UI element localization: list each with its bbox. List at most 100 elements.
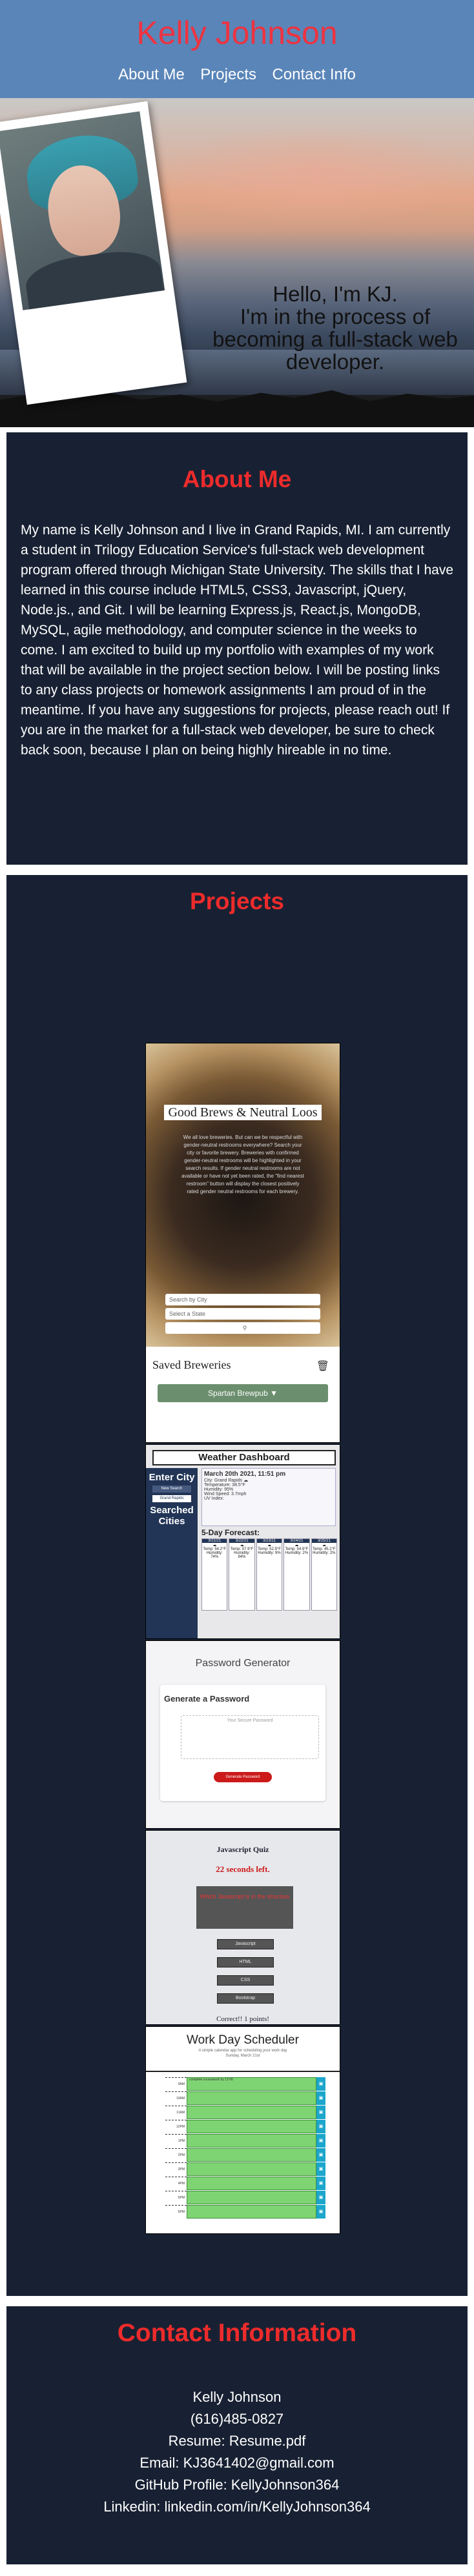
project-work-day-scheduler[interactable]: Work Day Scheduler A simple calendar app…	[145, 2026, 340, 2234]
time-block: 4PM ▣	[165, 2177, 325, 2190]
save-icon[interactable]: ▣	[316, 2077, 325, 2091]
event-input[interactable]	[187, 2120, 316, 2133]
project-password-generator[interactable]: Password Generator Generate a Password Y…	[145, 1640, 340, 1829]
time-block: 12PM ▣	[165, 2120, 325, 2133]
hero-intro-text: Hello, I'm KJ. I'm in the process of bec…	[196, 283, 474, 373]
save-icon[interactable]: ▣	[316, 2162, 325, 2176]
time-block: 2PM ▣	[165, 2148, 325, 2162]
scheduler-subtitle: A simple calendar app for scheduling you…	[198, 2049, 287, 2053]
resume-link[interactable]: Resume: Resume.pdf	[169, 2433, 306, 2449]
nav-about-link[interactable]: About Me	[118, 66, 185, 83]
save-icon[interactable]: ▣	[316, 2120, 325, 2133]
time-block: 3PM ▣	[165, 2162, 325, 2176]
forecast-humidity: Humidity: 2%	[285, 1551, 309, 1555]
email-link[interactable]: Email: KJ3641402@gmail.com	[139, 2455, 334, 2471]
trash-icon[interactable]: 🗑	[316, 1360, 329, 1373]
hour-label: 3PM	[165, 2162, 187, 2176]
event-input[interactable]	[187, 2148, 316, 2162]
event-input[interactable]	[187, 2134, 316, 2148]
weather-icon: ☁	[243, 1478, 249, 1483]
hour-label: 10AM	[165, 2091, 187, 2105]
project-breweries[interactable]: Good Brews & Neutral Loos We all love br…	[145, 1043, 340, 1443]
linkedin-link[interactable]: Linkedin: linkedin.com/in/KellyJohnson36…	[103, 2499, 370, 2515]
contact-section: Contact Information Kelly Johnson (616)4…	[0, 2301, 474, 2570]
hour-label: 12PM	[165, 2120, 187, 2133]
save-icon[interactable]: ▣	[316, 2134, 325, 2148]
nav-contact-link[interactable]: Contact Info	[272, 66, 355, 83]
about-title: About Me	[182, 466, 292, 492]
weather-icon: ☁	[267, 1544, 272, 1547]
weather-icon: ☁	[240, 1544, 244, 1547]
github-link[interactable]: GitHub Profile: KellyJohnson364	[135, 2477, 340, 2493]
event-input[interactable]	[187, 2191, 316, 2204]
project-weather[interactable]: Weather Dashboard Enter City New Search …	[145, 1444, 340, 1639]
hero-line: Hello, I'm KJ.	[273, 282, 398, 306]
quiz-timer: 22 seconds left.	[216, 1864, 270, 1874]
state-select[interactable]: Select a State	[165, 1308, 320, 1320]
time-block: 10AM ▣	[165, 2091, 325, 2105]
hour-label: 5PM	[165, 2191, 187, 2204]
time-block: 9AM complete coursework by 12:00 ▣	[165, 2077, 325, 2091]
forecast-cards: 3/21/21 ☁ Temp: 54.2°F Humidity: 74% 3/22/2…	[201, 1538, 338, 1611]
event-input[interactable]	[187, 2177, 316, 2190]
quiz-option[interactable]: Bootstrap	[217, 1993, 274, 2004]
quiz-result: Correct!! 1 points!	[216, 2015, 269, 2023]
hero-line: I'm in the process of	[240, 305, 431, 328]
new-search-button[interactable]: New Search	[152, 1485, 191, 1493]
save-icon[interactable]: ▣	[316, 2191, 325, 2204]
time-block: 1PM ▣	[165, 2134, 325, 2148]
event-input[interactable]	[187, 2162, 316, 2176]
project-name: Work Day Scheduler	[187, 2033, 299, 2047]
current-date: March 20th 2021, 11:51 pm	[204, 1471, 286, 1478]
hero-line: developer.	[285, 350, 385, 374]
city-search-input[interactable]: Search by City	[165, 1294, 320, 1305]
search-button[interactable]: ⚲	[165, 1322, 320, 1334]
hour-label: 6PM	[165, 2205, 187, 2219]
current-weather: March 20th 2021, 11:51 pm City: Grand Ra…	[201, 1468, 336, 1526]
forecast-title: 5-Day Forecast:	[201, 1528, 260, 1537]
weather-icon: ☁	[294, 1544, 299, 1547]
password-card: Generate a Password Your Secure Password…	[160, 1685, 325, 1801]
save-icon[interactable]: ▣	[316, 2106, 325, 2119]
contact-list: Kelly Johnson (616)485-0827 Resume: Resu…	[6, 2386, 468, 2518]
weather-main: March 20th 2021, 11:51 pm City: Grand Ra…	[201, 1468, 338, 1636]
forecast-card: 3/24/21 ☁ Temp: 54.9°F Humidity: 2%	[283, 1538, 310, 1611]
chevron-down-icon: ▼	[270, 1389, 278, 1398]
contact-title: Contact Information	[117, 2319, 357, 2347]
save-icon[interactable]: ▣	[316, 2177, 325, 2190]
save-icon[interactable]: ▣	[316, 2205, 325, 2219]
forecast-card: 3/23/21 ☁ Temp: 52.9°F Humidity: 9%	[256, 1538, 283, 1611]
hour-label: 9AM	[165, 2077, 187, 2091]
nav-projects-link[interactable]: Projects	[200, 66, 256, 83]
quiz-option[interactable]: Javascript	[217, 1939, 274, 1949]
saved-breweries-title: Saved Breweries	[152, 1358, 231, 1371]
main-nav: About Me Projects Contact Info	[0, 66, 474, 84]
contact-name: Kelly Johnson	[192, 2389, 282, 2405]
current-temp: Temperature: 38.5°F	[204, 1483, 245, 1487]
hour-label: 11AM	[165, 2106, 187, 2119]
saved-brewery-button[interactable]: Spartan Brewpub ▼	[158, 1384, 328, 1402]
weather-icon: ☁	[212, 1544, 217, 1547]
project-javascript-quiz[interactable]: Javascript Quiz 22 seconds left. Which J…	[145, 1830, 340, 2025]
event-input[interactable]	[187, 2106, 316, 2119]
search-icon: ⚲	[242, 1325, 247, 1331]
event-input[interactable]: complete coursework by 12:00	[187, 2077, 316, 2091]
event-input[interactable]	[187, 2091, 316, 2105]
profile-photo	[0, 111, 165, 310]
profile-polaroid	[0, 101, 187, 405]
save-icon[interactable]: ▣	[316, 2148, 325, 2162]
quiz-option[interactable]: HTML	[217, 1957, 274, 1967]
quiz-option[interactable]: CSS	[217, 1975, 274, 1986]
forecast-humidity: Humidity: 74%	[206, 1551, 223, 1559]
profile-shirt	[23, 245, 165, 310]
password-output[interactable]: Your Secure Password	[181, 1715, 319, 1759]
event-input[interactable]	[187, 2205, 316, 2219]
generate-password-button[interactable]: Generate Password	[214, 1772, 272, 1782]
about-text: My name is Kelly Johnson and I live in G…	[21, 523, 454, 758]
city-history-button[interactable]: Grand Rapids	[152, 1495, 191, 1502]
project-name: Password Generator	[195, 1658, 291, 1669]
save-icon[interactable]: ▣	[316, 2091, 325, 2105]
weather-icon: ☁	[322, 1544, 326, 1547]
hour-label: 2PM	[165, 2148, 187, 2162]
contact-phone: (616)485-0827	[190, 2411, 284, 2427]
